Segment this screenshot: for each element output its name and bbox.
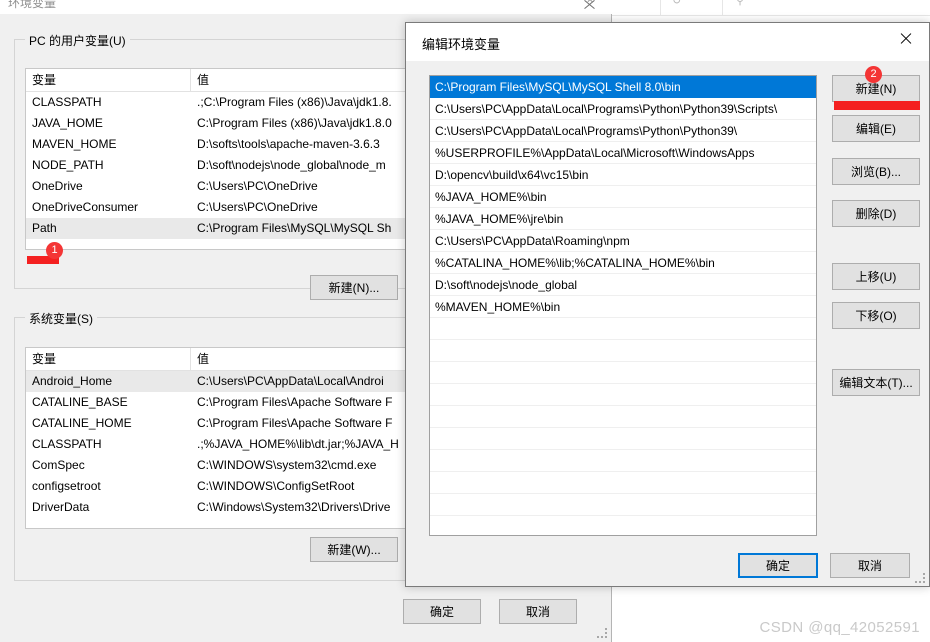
list-item[interactable]: %CATALINA_HOME%\lib;%CATALINA_HOME%\bin: [430, 252, 816, 274]
annotation-badge-2: 2: [865, 66, 882, 83]
background-cancel-button[interactable]: 取消: [499, 599, 577, 624]
toolbar-glyph-refresh: ↻: [672, 0, 682, 7]
user-col-header-value: 值: [197, 73, 210, 87]
system_section-variable-value: .;%JAVA_HOME%\lib\dt.jar;%JAVA_H: [197, 437, 399, 451]
system_section-variable-value: C:\WINDOWS\ConfigSetRoot: [197, 479, 355, 493]
modal-titlebar: 编辑环境变量: [406, 23, 929, 61]
user_section-variable-value: .;C:\Program Files (x86)\Java\jdk1.8.: [197, 95, 392, 109]
system_section-variable-value: C:\Users\PC\AppData\Local\Androi: [197, 374, 384, 388]
list-item[interactable]: %USERPROFILE%\AppData\Local\Microsoft\Wi…: [430, 142, 816, 164]
list-item[interactable]: D:\soft\nodejs\node_global: [430, 274, 816, 296]
annotation-bar-2: [834, 101, 920, 110]
list-item-empty[interactable]: [430, 318, 816, 340]
list-item-empty[interactable]: [430, 450, 816, 472]
user_section-variable-value: D:\soft\nodejs\node_global\node_m: [197, 158, 386, 172]
move-up-button[interactable]: 上移(U): [832, 263, 920, 290]
browse-button[interactable]: 浏览(B)...: [832, 158, 920, 185]
background-ok-button[interactable]: 确定: [403, 599, 481, 624]
system_section-variable-name: CATALINE_BASE: [32, 395, 128, 409]
list-item-empty[interactable]: [430, 516, 816, 535]
list-item[interactable]: D:\opencv\build\x64\vc15\bin: [430, 164, 816, 186]
list-item[interactable]: %JAVA_HOME%\jre\bin: [430, 208, 816, 230]
list-item[interactable]: C:\Program Files\MySQL\MySQL Shell 8.0\b…: [430, 76, 816, 98]
user-variables-new-button[interactable]: 新建(N)...: [310, 275, 398, 300]
csdn-watermark: CSDN @qq_42052591: [759, 619, 920, 636]
toolbar-glyph-text: ⚲: [736, 0, 745, 7]
background-window-titlebar: 环境变量: [0, 0, 612, 14]
background-resize-grip[interactable]: [597, 628, 608, 639]
system_section-variable-value: C:\Windows\System32\Drivers\Drive: [197, 500, 391, 514]
edit-entry-button[interactable]: 编辑(E): [832, 115, 920, 142]
modal-resize-grip[interactable]: [915, 573, 926, 584]
list-item[interactable]: %MAVEN_HOME%\bin: [430, 296, 816, 318]
user-variables-legend: PC 的用户变量(U): [25, 32, 130, 49]
delete-entry-button[interactable]: 删除(D): [832, 200, 920, 227]
list-item-empty[interactable]: [430, 340, 816, 362]
list-item-empty[interactable]: [430, 494, 816, 516]
list-item[interactable]: %JAVA_HOME%\bin: [430, 186, 816, 208]
system-col-header-value: 值: [197, 352, 210, 366]
path-entries-listbox[interactable]: C:\Program Files\MySQL\MySQL Shell 8.0\b…: [429, 75, 817, 536]
edit-text-button[interactable]: 编辑文本(T)...: [832, 369, 920, 396]
system-variables-legend: 系统变量(S): [25, 310, 97, 327]
close-icon[interactable]: [883, 23, 929, 54]
list-item-empty[interactable]: [430, 472, 816, 494]
background-chevron-up-icon: ⌃: [585, 0, 596, 11]
system_section-variable-value: C:\WINDOWS\system32\cmd.exe: [197, 458, 377, 472]
system_section-variable-name: CATALINE_HOME: [32, 416, 132, 430]
user_section-variable-name: JAVA_HOME: [32, 116, 103, 130]
user_section-variable-name: OneDrive: [32, 179, 83, 193]
background-window-title: 环境变量: [8, 0, 57, 10]
list-item-empty[interactable]: [430, 384, 816, 406]
user_section-variable-value: C:\Users\PC\OneDrive: [197, 200, 318, 214]
system-variables-new-button[interactable]: 新建(W)...: [310, 537, 398, 562]
system_section-variable-name: configsetroot: [32, 479, 101, 493]
user_section-variable-value: D:\softs\tools\apache-maven-3.6.3: [197, 137, 380, 151]
list-item-empty[interactable]: [430, 428, 816, 450]
modal-ok-button[interactable]: 确定: [738, 553, 818, 578]
system_section-variable-value: C:\Program Files\Apache Software F: [197, 395, 393, 409]
background-app-toolbar-strip: ↻ ⚲: [612, 0, 930, 16]
user_section-variable-name: Path: [32, 221, 57, 235]
user_section-variable-name: CLASSPATH: [32, 95, 102, 109]
list-item[interactable]: C:\Users\PC\AppData\Local\Programs\Pytho…: [430, 98, 816, 120]
list-item[interactable]: C:\Users\PC\AppData\Roaming\npm: [430, 230, 816, 252]
edit-environment-variable-dialog: 编辑环境变量 C:\Program Files\MySQL\MySQL Shel…: [405, 22, 930, 587]
system_section-variable-name: DriverData: [32, 500, 90, 514]
annotation-badge-1: 1: [46, 242, 63, 259]
user_section-variable-name: NODE_PATH: [32, 158, 104, 172]
user_section-variable-value: C:\Users\PC\OneDrive: [197, 179, 318, 193]
user_section-variable-value: C:\Program Files\MySQL\MySQL Sh: [197, 221, 392, 235]
user_section-variable-value: C:\Program Files (x86)\Java\jdk1.8.0: [197, 116, 392, 130]
system_section-variable-name: CLASSPATH: [32, 437, 102, 451]
system_section-variable-name: Android_Home: [32, 374, 113, 388]
modal-cancel-button[interactable]: 取消: [830, 553, 910, 578]
move-down-button[interactable]: 下移(O): [832, 302, 920, 329]
list-item-empty[interactable]: [430, 362, 816, 384]
system-col-header-variable: 变量: [26, 348, 191, 370]
modal-title: 编辑环境变量: [422, 37, 501, 52]
user_section-variable-name: OneDriveConsumer: [32, 200, 139, 214]
system_section-variable-name: ComSpec: [32, 458, 85, 472]
user-col-header-variable: 变量: [26, 69, 191, 91]
user_section-variable-name: MAVEN_HOME: [32, 137, 117, 151]
list-item[interactable]: C:\Users\PC\AppData\Local\Programs\Pytho…: [430, 120, 816, 142]
list-item-empty[interactable]: [430, 406, 816, 428]
system_section-variable-value: C:\Program Files\Apache Software F: [197, 416, 393, 430]
